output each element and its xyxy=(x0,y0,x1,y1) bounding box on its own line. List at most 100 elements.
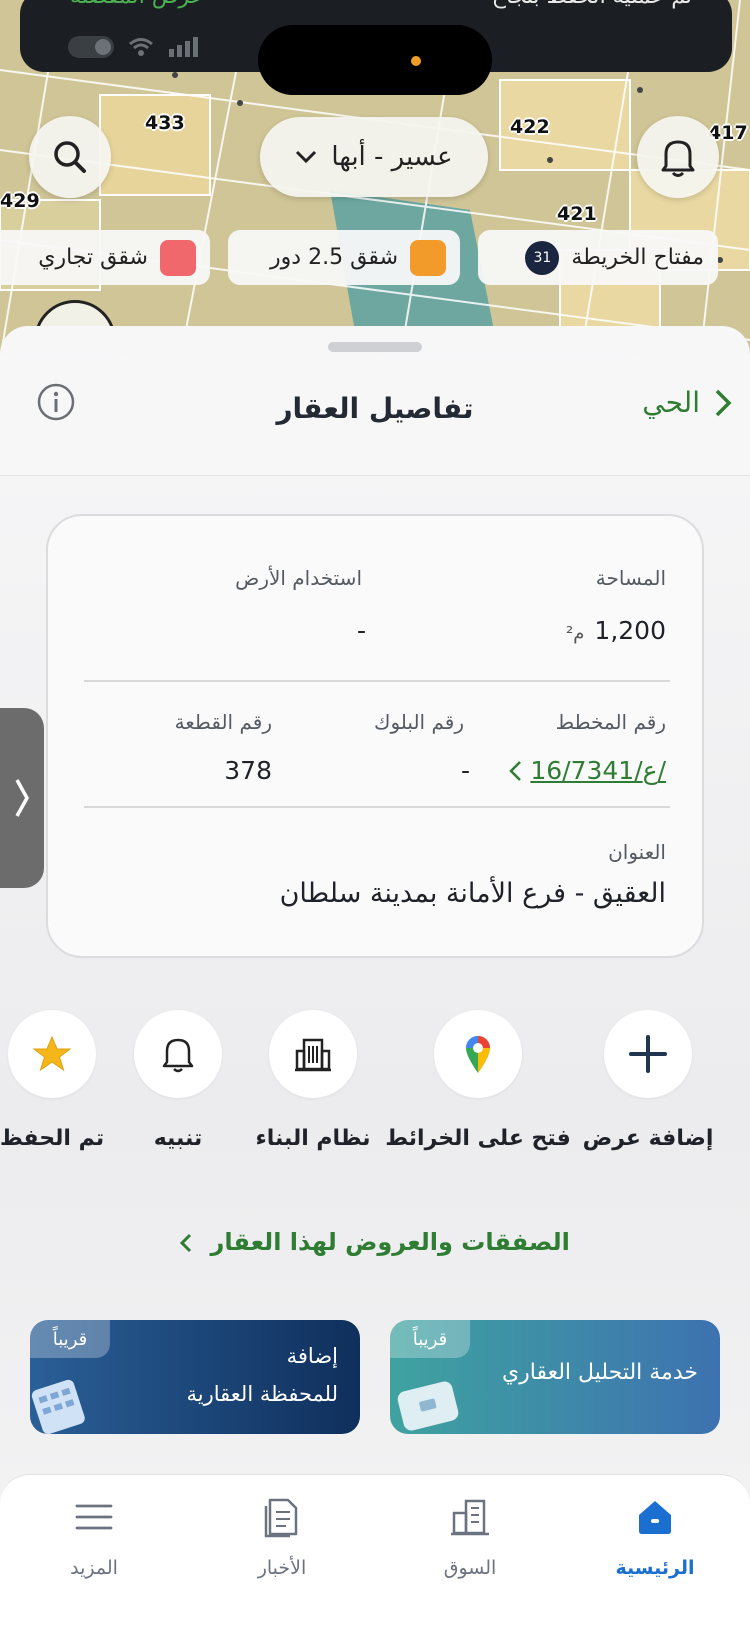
legend-count-badge: 31 xyxy=(525,240,560,275)
chevron-right-icon xyxy=(715,389,732,416)
region-selector[interactable]: عسير - أبها xyxy=(260,117,488,197)
sheet-grabber[interactable] xyxy=(328,342,422,352)
action-label: نظام البناء xyxy=(255,1126,371,1151)
side-drawer-handle[interactable] xyxy=(0,708,44,888)
map-view[interactable]: 433 422 417 429 421 تم عملية الحفظ بنجاح… xyxy=(0,0,750,360)
deals-and-offers-link[interactable]: الصفقات والعروض لهذا العقار xyxy=(0,1228,750,1256)
action-label: تنبيه xyxy=(153,1126,203,1151)
building-icon xyxy=(295,1038,331,1072)
coming-soon-badge: قريباً xyxy=(390,1320,470,1358)
action-circle xyxy=(434,1010,522,1098)
dynamic-island xyxy=(258,25,492,95)
address-value: العقيق - فرع الأمانة بمدينة سلطان xyxy=(279,878,666,909)
chevron-down-icon xyxy=(296,150,317,164)
google-maps-icon xyxy=(466,1036,490,1073)
promo-text: خدمة التحليل العقاري xyxy=(501,1360,698,1385)
nav-label: الأخبار xyxy=(257,1557,307,1579)
land-use-label: استخدام الأرض xyxy=(235,566,362,590)
menu-icon xyxy=(75,1504,113,1530)
action-circle xyxy=(8,1010,96,1098)
chevron-left-icon xyxy=(509,760,522,781)
promo-text-line1: إضافة xyxy=(286,1344,338,1368)
legend-chip-commercial[interactable]: شقق تجاري xyxy=(0,230,210,285)
search-button[interactable] xyxy=(29,116,111,198)
signal-icon xyxy=(169,37,198,57)
plus-icon xyxy=(629,1035,667,1073)
info-icon[interactable] xyxy=(36,382,76,422)
saved-button[interactable]: تم الحفظ xyxy=(0,1010,122,1151)
plot-number-label: 422 xyxy=(510,116,550,138)
nav-item-market[interactable]: السوق xyxy=(400,1495,540,1579)
nav-item-home[interactable]: الرئيسية xyxy=(585,1495,725,1579)
plot-number-value: 378 xyxy=(224,756,272,785)
coming-soon-badge: قريباً xyxy=(30,1320,110,1358)
action-circle xyxy=(604,1010,692,1098)
status-icons xyxy=(68,36,198,58)
star-icon xyxy=(32,1035,72,1072)
property-details-card: المساحة استخدام الأرض 1,200 م² - رقم الم… xyxy=(46,514,704,958)
view-favorites-link[interactable]: عرض المفضلة xyxy=(70,0,204,9)
map-legend-chip[interactable]: مفتاح الخريطة 31 xyxy=(478,230,718,285)
market-icon xyxy=(451,1499,489,1536)
building-regulations-button[interactable]: نظام البناء xyxy=(243,1010,383,1151)
legend-chip-label: شقق تجاري xyxy=(38,245,148,270)
toast-message: تم عملية الحفظ بنجاح xyxy=(492,0,692,9)
area-value-row: 1,200 م² xyxy=(566,616,666,645)
action-label: تم الحفظ xyxy=(0,1126,105,1151)
plot-number-label: رقم القطعة xyxy=(174,710,272,734)
plan-number-link[interactable]: 16/7341/ع/ xyxy=(508,756,666,785)
home-icon xyxy=(639,1501,671,1534)
open-in-maps-button[interactable]: فتح على الخرائط xyxy=(385,1010,571,1151)
red-swatch-icon xyxy=(160,239,196,276)
bottom-navigation: الرئيسية السوق الأخبار المزيد xyxy=(0,1474,750,1630)
orange-swatch-icon xyxy=(410,239,446,276)
search-icon xyxy=(54,141,86,173)
chevron-right-icon xyxy=(15,779,30,817)
block-number-value: - xyxy=(460,756,470,785)
plan-number-value: 16/7341/ع/ xyxy=(530,756,666,785)
toggle-icon xyxy=(68,36,114,58)
plan-number-label: رقم المخطط xyxy=(555,710,666,734)
real-estate-analysis-card[interactable]: قريباً خدمة التحليل العقاري xyxy=(390,1320,720,1434)
action-label: إضافة عرض xyxy=(582,1126,714,1151)
nav-item-news[interactable]: الأخبار xyxy=(212,1495,352,1579)
area-label: المساحة xyxy=(595,566,666,590)
action-circle xyxy=(134,1010,222,1098)
wifi-icon xyxy=(129,38,153,56)
alert-button[interactable]: تنبيه xyxy=(108,1010,248,1151)
area-value: 1,200 xyxy=(594,616,666,645)
address-label: العنوان xyxy=(608,840,666,864)
legend-chip-label: شقق 2.5 دور xyxy=(270,245,398,270)
card-illustration-icon xyxy=(397,1381,459,1431)
sheet-header: تفاصيل العقار الحي xyxy=(0,356,750,476)
plot-number-label: 433 xyxy=(145,112,185,134)
news-icon xyxy=(264,1498,298,1538)
divider xyxy=(84,680,670,682)
bell-icon xyxy=(661,140,695,177)
legend-chip-apartments-2-5[interactable]: شقق 2.5 دور xyxy=(228,230,460,285)
page-title: تفاصيل العقار xyxy=(276,392,474,425)
divider xyxy=(84,806,670,808)
land-use-value: - xyxy=(356,616,366,645)
area-unit: م² xyxy=(566,623,585,644)
promo-text-line2: للمحفظة العقارية xyxy=(186,1382,338,1406)
notifications-button[interactable] xyxy=(637,116,719,198)
add-to-portfolio-card[interactable]: قريباً إضافة للمحفظة العقارية xyxy=(30,1320,360,1434)
bell-icon xyxy=(162,1038,194,1073)
add-offer-button[interactable]: إضافة عرض xyxy=(578,1010,718,1151)
plot-number-label: 429 xyxy=(0,190,40,212)
region-selector-label: عسير - أبها xyxy=(331,142,453,172)
action-label: فتح على الخرائط xyxy=(385,1126,571,1151)
calculator-illustration-icon xyxy=(31,1379,85,1434)
action-circle xyxy=(269,1010,357,1098)
nav-label: الرئيسية xyxy=(615,1557,695,1579)
chevron-left-icon xyxy=(180,1233,192,1253)
plot-number-label: 421 xyxy=(557,203,597,225)
map-legend-label: مفتاح الخريطة xyxy=(571,245,704,270)
back-to-district-link[interactable]: الحي xyxy=(642,386,732,419)
nav-label: السوق xyxy=(443,1557,497,1579)
block-number-label: رقم البلوك xyxy=(373,710,464,734)
back-link-label: الحي xyxy=(642,386,700,419)
nav-item-more[interactable]: المزيد xyxy=(24,1495,164,1579)
nav-label: المزيد xyxy=(70,1557,118,1579)
